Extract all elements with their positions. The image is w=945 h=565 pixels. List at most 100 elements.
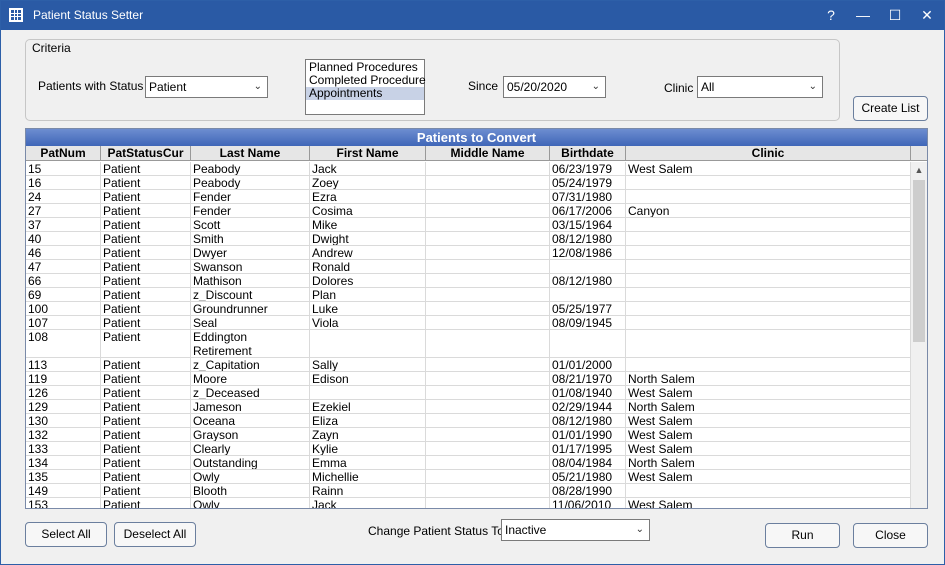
table-cell-middle-name — [426, 190, 550, 203]
vertical-scrollbar[interactable]: ▲ — [911, 162, 927, 508]
table-cell-first-name: Eliza — [310, 414, 426, 427]
table-row[interactable]: 108PatientEddington Retirement Community… — [26, 330, 911, 358]
table-cell-patstatuscur: Patient — [101, 316, 191, 329]
table-row[interactable]: 37 Patient Scott Mike 03/15/1964 — [26, 218, 911, 232]
table-cell-clinic: West Salem — [626, 470, 911, 483]
table-row[interactable]: 129 Patient Jameson Ezekiel 02/29/1944 North … — [26, 400, 911, 414]
minimize-button[interactable]: — — [847, 1, 879, 30]
table-cell-patnum: 16 — [26, 176, 101, 189]
table-row[interactable]: 153 Patient Owly Jack 11/06/2010 West Salem — [26, 498, 911, 508]
table-cell-last-name: Oceana — [191, 414, 310, 427]
table-cell-first-name: Ezra — [310, 190, 426, 203]
table-cell-patstatuscur: Patient — [101, 484, 191, 497]
table-cell-last-name: Grayson — [191, 428, 310, 441]
table-cell-birthdate: 05/21/1980 — [550, 470, 626, 483]
table-row[interactable]: 107 Patient Seal Viola 08/09/1945 — [26, 316, 911, 330]
table-cell-last-name: z_Deceased — [191, 386, 310, 399]
table-cell-last-name: Eddington Retirement Community Home — [191, 330, 310, 357]
table-row[interactable]: 113 Patient z_Capitation Sally 01/01/2000 — [26, 358, 911, 372]
table-row[interactable]: 100 Patient Groundrunner Luke 05/25/1977 — [26, 302, 911, 316]
table-cell-first-name: Dwight — [310, 232, 426, 245]
help-button[interactable]: ? — [815, 1, 847, 30]
scrollbar-thumb[interactable] — [913, 180, 925, 342]
patients-with-status-select[interactable]: Patient ⌄ — [145, 76, 268, 98]
table-cell-patnum: 133 — [26, 442, 101, 455]
procedures-listbox[interactable]: Planned Procedures Completed Procedure A… — [305, 59, 426, 115]
column-header-middle-name[interactable]: Middle Name — [426, 146, 550, 161]
create-list-button[interactable]: Create List — [853, 96, 928, 121]
patients-with-status-value: Patient — [149, 80, 187, 94]
table-cell-patstatuscur: Patient — [101, 428, 191, 441]
table-cell-last-name: Peabody — [191, 176, 310, 189]
column-header-birthdate[interactable]: Birthdate — [550, 146, 626, 161]
table-row[interactable]: 46 Patient Dwyer Andrew 12/08/1986 — [26, 246, 911, 260]
clinic-select[interactable]: All ⌄ — [697, 76, 823, 98]
scroll-up-arrow-icon[interactable]: ▲ — [911, 162, 927, 178]
close-button[interactable]: Close — [853, 523, 928, 548]
since-date-value: 05/20/2020 — [507, 80, 568, 94]
since-date-picker[interactable]: 05/20/2020 ⌄ — [503, 76, 606, 98]
table-cell-birthdate: 08/04/1984 — [550, 456, 626, 469]
table-row[interactable]: 126 Patient z_Deceased 01/08/1940 West Salem — [26, 386, 911, 400]
table-row[interactable]: 24 Patient Fender Ezra 07/31/1980 — [26, 190, 911, 204]
table-row[interactable]: 149 Patient Blooth Rainn 08/28/1990 — [26, 484, 911, 498]
table-cell-middle-name — [426, 456, 550, 469]
table-row[interactable]: 134 Patient Outstanding Emma 08/04/1984 North… — [26, 456, 911, 470]
maximize-button[interactable]: ☐ — [879, 1, 911, 30]
table-row[interactable]: 69 Patient z_Discount Plan — [26, 288, 911, 302]
table-cell-middle-name — [426, 470, 550, 483]
change-status-select[interactable]: Inactive ⌄ — [501, 519, 650, 541]
table-cell-middle-name — [426, 218, 550, 231]
table-cell-patstatuscur: Patient — [101, 302, 191, 315]
table-row[interactable]: 130 Patient Oceana Eliza 08/12/1980 West Sale… — [26, 414, 911, 428]
table-cell-patnum: 46 — [26, 246, 101, 259]
table-cell-patnum: 27 — [26, 204, 101, 217]
column-header-clinic[interactable]: Clinic — [626, 146, 911, 161]
table-cell-patnum: 149 — [26, 484, 101, 497]
table-cell-last-name: Smith — [191, 232, 310, 245]
column-header-last-name[interactable]: Last Name — [191, 146, 310, 161]
table-cell-patnum: 153 — [26, 498, 101, 508]
table-row[interactable]: 27 Patient Fender Cosima 06/17/2006 Canyon — [26, 204, 911, 218]
table-row[interactable]: 66 Patient Mathison Dolores 08/12/1980 — [26, 274, 911, 288]
table-cell-patnum: 126 — [26, 386, 101, 399]
table-row[interactable]: 16 Patient Peabody Zoey 05/24/1979 — [26, 176, 911, 190]
table-cell-birthdate: 01/01/1990 — [550, 428, 626, 441]
table-cell-last-name: Fender — [191, 190, 310, 203]
column-header-first-name[interactable]: First Name — [310, 146, 426, 161]
table-cell-first-name: Viola — [310, 316, 426, 329]
table-cell-patnum: 24 — [26, 190, 101, 203]
run-button[interactable]: Run — [765, 523, 840, 548]
table-cell-first-name: Luke — [310, 302, 426, 315]
column-header-patstatuscur[interactable]: PatStatusCur — [101, 146, 191, 161]
table-cell-last-name: Swanson — [191, 260, 310, 273]
table-cell-patstatuscur: Patient — [101, 260, 191, 273]
close-window-button[interactable]: ✕ — [911, 1, 943, 30]
table-row[interactable]: 119 Patient Moore Edison 08/21/1970 North Sal… — [26, 372, 911, 386]
table-cell-first-name: Ezekiel — [310, 400, 426, 413]
change-status-label: Change Patient Status To — [368, 524, 504, 538]
table-row[interactable]: 132 Patient Grayson Zayn 01/01/1990 West Sale… — [26, 428, 911, 442]
table-cell-patnum: 134 — [26, 456, 101, 469]
table-row[interactable]: 15 Patient Peabody Jack 06/23/1979 West Salem — [26, 162, 911, 176]
column-header-patnum[interactable]: PatNum — [26, 146, 101, 161]
select-all-button[interactable]: Select All — [25, 522, 107, 547]
table-cell-patnum: 135 — [26, 470, 101, 483]
table-cell-middle-name — [426, 386, 550, 399]
change-status-value: Inactive — [505, 523, 547, 537]
table-row[interactable]: 40 Patient Smith Dwight 08/12/1980 — [26, 232, 911, 246]
table-cell-first-name: Zoey — [310, 176, 426, 189]
table-row[interactable]: 47 Patient Swanson Ronald — [26, 260, 911, 274]
table-cell-clinic — [626, 288, 911, 301]
table-cell-patstatuscur: Patient — [101, 358, 191, 371]
table-cell-patnum: 113 — [26, 358, 101, 371]
table-cell-first-name: Sally — [310, 358, 426, 371]
table-cell-last-name: Outstanding — [191, 456, 310, 469]
table-cell-patstatuscur: Patient — [101, 190, 191, 203]
deselect-all-button[interactable]: Deselect All — [114, 522, 196, 547]
table-row[interactable]: 133 Patient Clearly Kylie 01/17/1995 West Sal… — [26, 442, 911, 456]
table-row[interactable]: 135 Patient Owly Michellie 05/21/1980 West Sa… — [26, 470, 911, 484]
table-cell-last-name: z_Discount — [191, 288, 310, 301]
table-cell-patstatuscur: Patient — [101, 442, 191, 455]
listbox-item-appointments[interactable]: Appointments — [306, 87, 424, 100]
